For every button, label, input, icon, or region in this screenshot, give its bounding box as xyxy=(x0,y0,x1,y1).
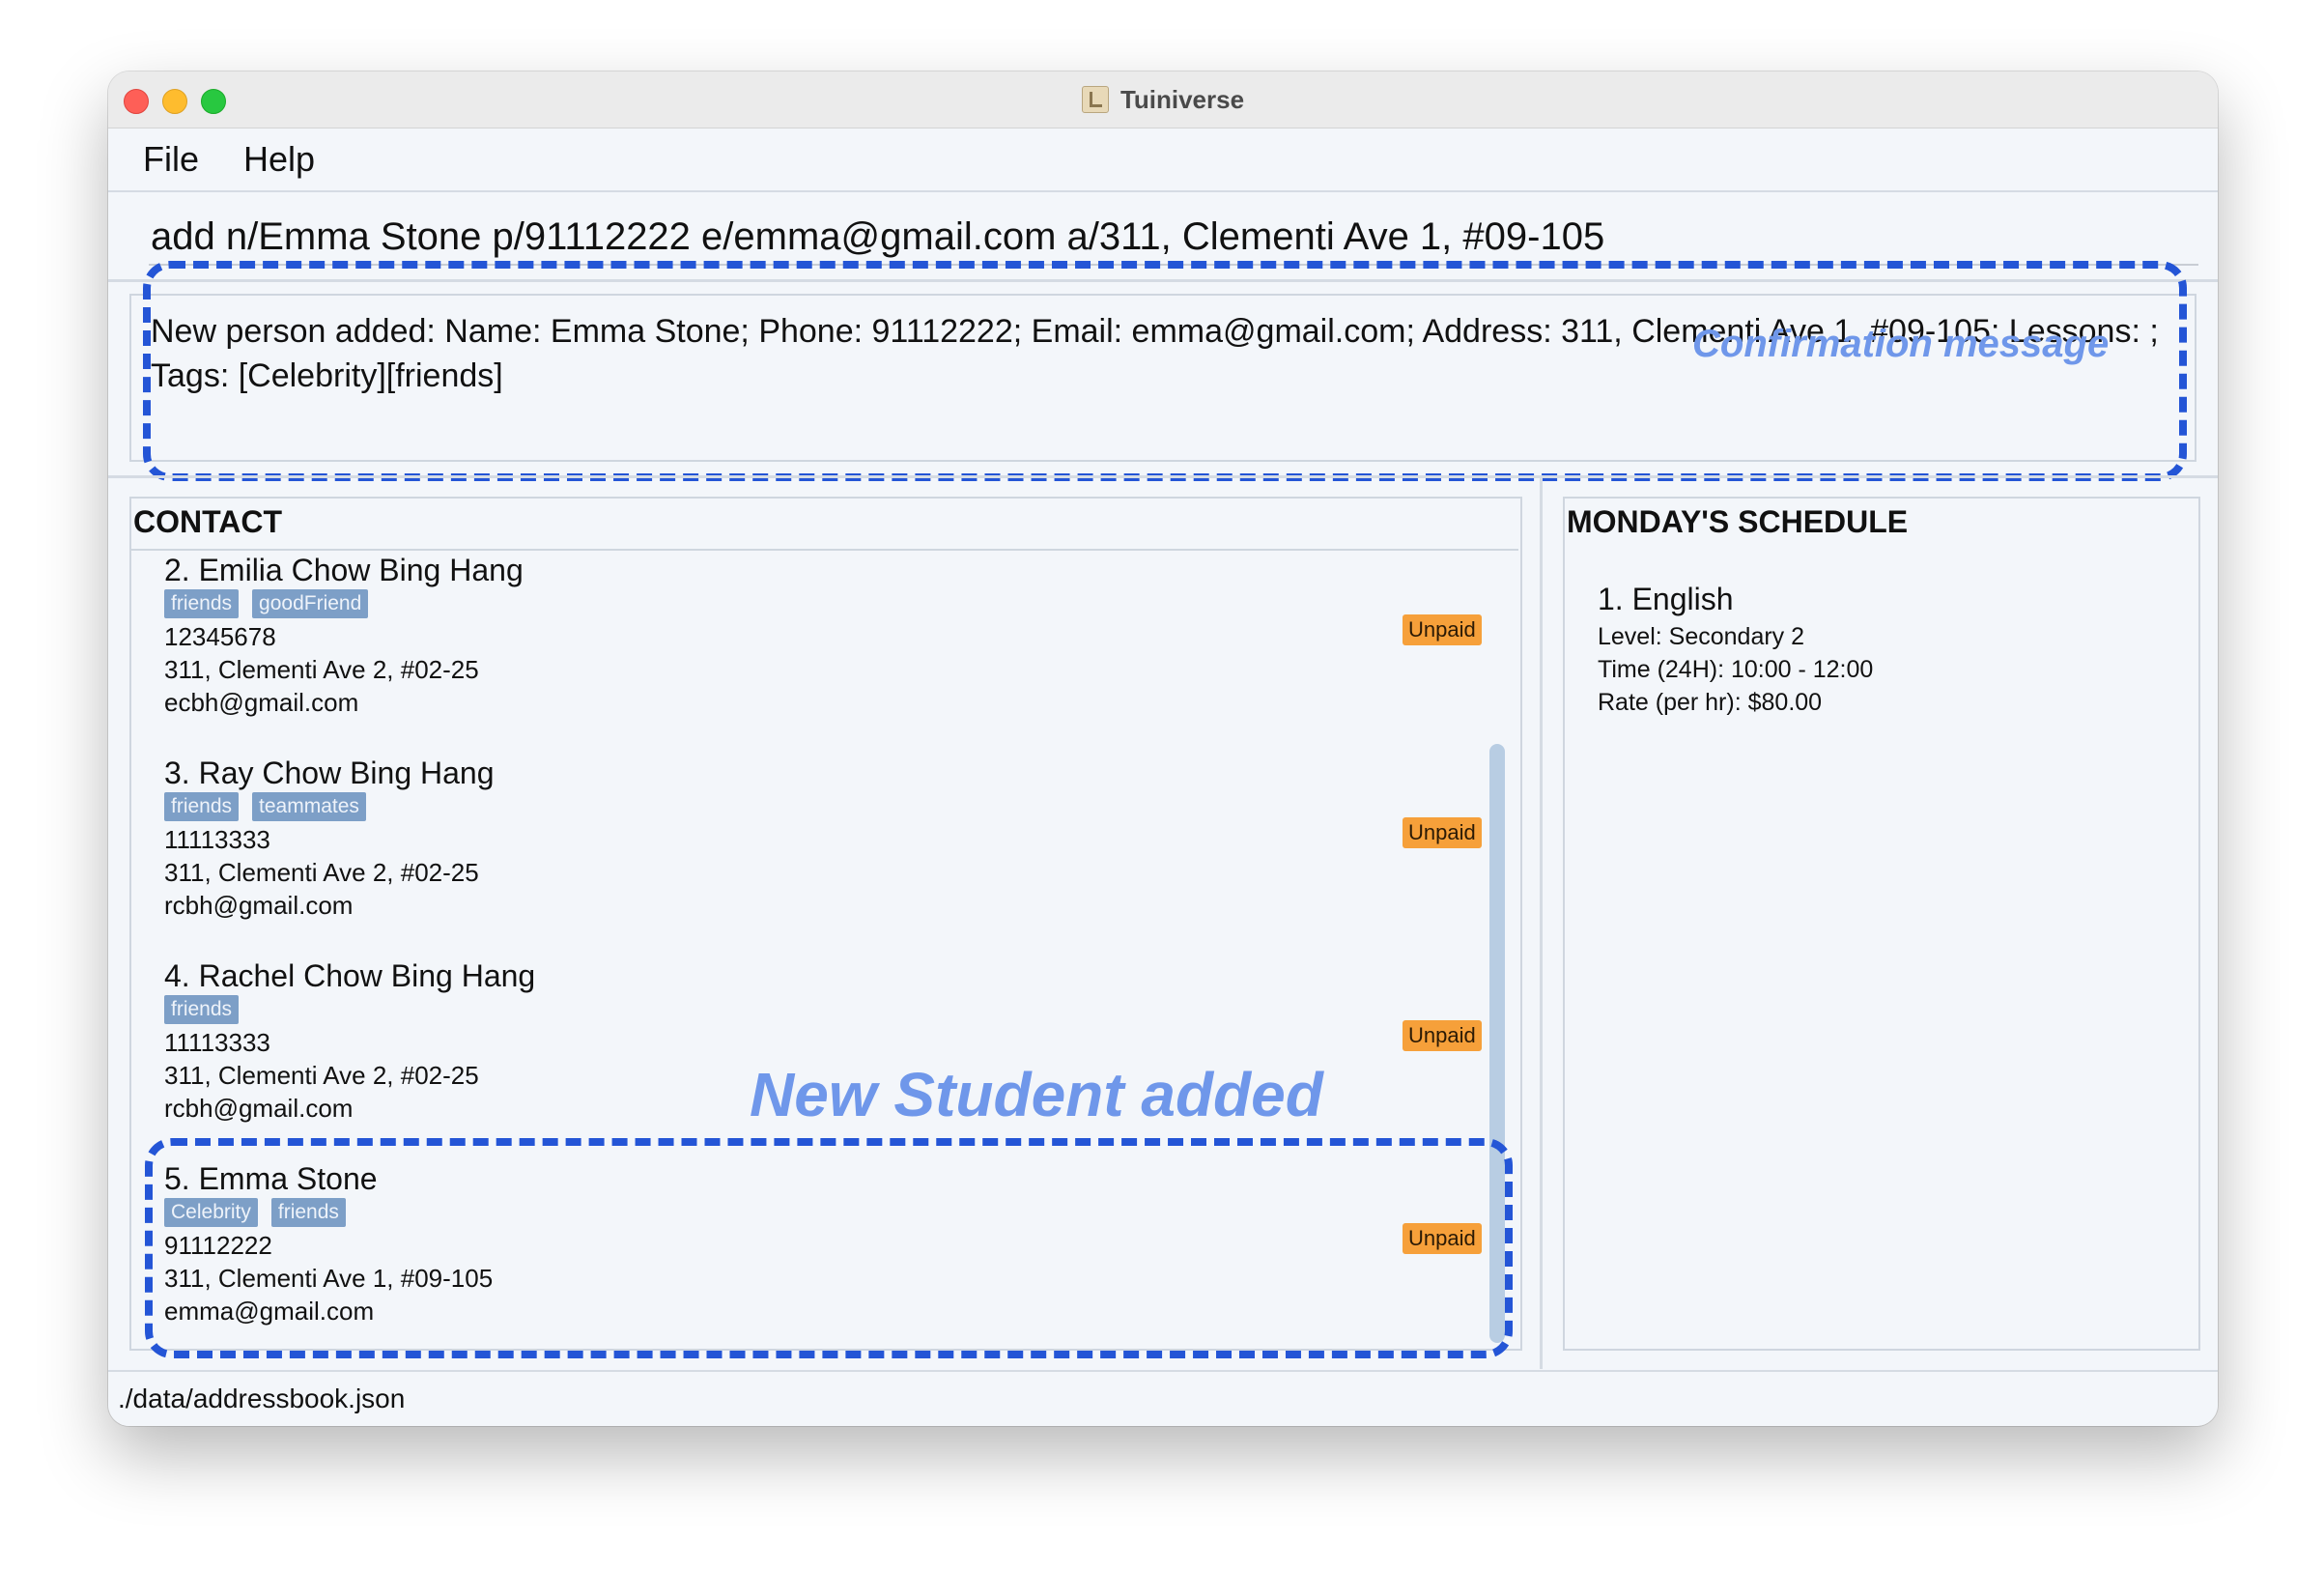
contact-tags: friends goodFriend xyxy=(164,589,369,618)
contact-address: 311, Clementi Ave 2, #02-25 xyxy=(164,858,479,887)
tag: Celebrity xyxy=(164,1198,258,1227)
confirmation-annotation: Confirmation message xyxy=(1692,323,2110,365)
contact-name: 4. Rachel Chow Bing Hang xyxy=(164,958,536,993)
contact-phone: 11113333 xyxy=(164,825,270,854)
tag: friends xyxy=(164,995,240,1024)
new-student-annotation: New Student added xyxy=(750,1060,1323,1129)
contact-name: 5. Emma Stone xyxy=(164,1161,378,1196)
command-input[interactable] xyxy=(149,210,2198,266)
tag: friends xyxy=(164,792,240,821)
panel-divider-vertical xyxy=(1540,478,1543,1369)
contact-tags: friends teammates xyxy=(164,792,366,821)
status-bar: ./data/addressbook.json xyxy=(108,1370,2218,1426)
lesson-rate: Rate (per hr): $80.00 xyxy=(1598,689,1823,716)
lesson-level: Level: Secondary 2 xyxy=(1598,623,1805,650)
contact-card[interactable]: 5. Emma Stone Celebrity friends 91112222… xyxy=(131,1159,1482,1349)
tag: teammates xyxy=(252,792,366,821)
contact-tags: friends xyxy=(164,995,240,1024)
title-bar: Tuiniverse xyxy=(108,71,2218,128)
menu-bar: File Help xyxy=(108,128,2218,192)
contact-card[interactable]: 3. Ray Chow Bing Hang friends teammates … xyxy=(131,754,1482,956)
contact-panel: CONTACT 2. Emilia Chow Bing Hang friends… xyxy=(129,497,1522,1351)
contact-phone: 11113333 xyxy=(164,1028,270,1057)
contact-address: 311, Clementi Ave 1, #09-105 xyxy=(164,1264,494,1293)
contact-card[interactable]: 2. Emilia Chow Bing Hang friends goodFri… xyxy=(131,551,1482,754)
contact-list-scrollbar[interactable] xyxy=(1489,744,1505,1343)
payment-status-badge: Unpaid xyxy=(1403,1020,1482,1051)
contact-phone: 91112222 xyxy=(164,1231,272,1260)
menu-help[interactable]: Help xyxy=(243,139,315,180)
title-wrap: Tuiniverse xyxy=(108,71,2218,128)
contact-name: 2. Emilia Chow Bing Hang xyxy=(164,553,524,587)
schedule-panel: MONDAY'S SCHEDULE 1. English Level: Seco… xyxy=(1563,497,2200,1351)
panel-divider-horizontal xyxy=(108,475,2218,478)
lesson-time: Time (24H): 10:00 - 12:00 xyxy=(1598,656,1874,683)
command-box xyxy=(108,192,2218,282)
contact-email: rcbh@gmail.com xyxy=(164,891,354,920)
contact-address: 311, Clementi Ave 2, #02-25 xyxy=(164,655,479,684)
address-book-icon xyxy=(1081,86,1109,113)
menu-file[interactable]: File xyxy=(143,139,199,180)
data-file-path: ./data/addressbook.json xyxy=(118,1384,406,1413)
contact-address: 311, Clementi Ave 2, #02-25 xyxy=(164,1061,479,1090)
contact-tags: Celebrity friends xyxy=(164,1198,346,1227)
result-display: New person added: Name: Emma Stone; Phon… xyxy=(129,294,2196,462)
schedule-header: MONDAY'S SCHEDULE xyxy=(1567,504,1909,539)
payment-status-badge: Unpaid xyxy=(1403,817,1482,848)
lesson-title: 1. English xyxy=(1598,582,1734,616)
contact-email: rcbh@gmail.com xyxy=(164,1094,354,1123)
tag: friends xyxy=(270,1198,346,1227)
app-window: Tuiniverse File Help New person added: N… xyxy=(108,71,2218,1426)
window-title: Tuiniverse xyxy=(1119,84,1245,114)
contact-name: 3. Ray Chow Bing Hang xyxy=(164,756,495,790)
payment-status-badge: Unpaid xyxy=(1403,1223,1482,1254)
contact-list: 2. Emilia Chow Bing Hang friends goodFri… xyxy=(131,549,1518,1349)
contact-header: CONTACT xyxy=(133,504,283,539)
contact-email: ecbh@gmail.com xyxy=(164,688,359,717)
lesson-card[interactable]: 1. English Level: Secondary 2 Time (24H)… xyxy=(1598,578,1873,719)
tag: friends xyxy=(164,589,240,618)
contact-phone: 12345678 xyxy=(164,622,276,651)
tag: goodFriend xyxy=(252,589,369,618)
payment-status-badge: Unpaid xyxy=(1403,614,1482,645)
contact-email: emma@gmail.com xyxy=(164,1297,375,1326)
